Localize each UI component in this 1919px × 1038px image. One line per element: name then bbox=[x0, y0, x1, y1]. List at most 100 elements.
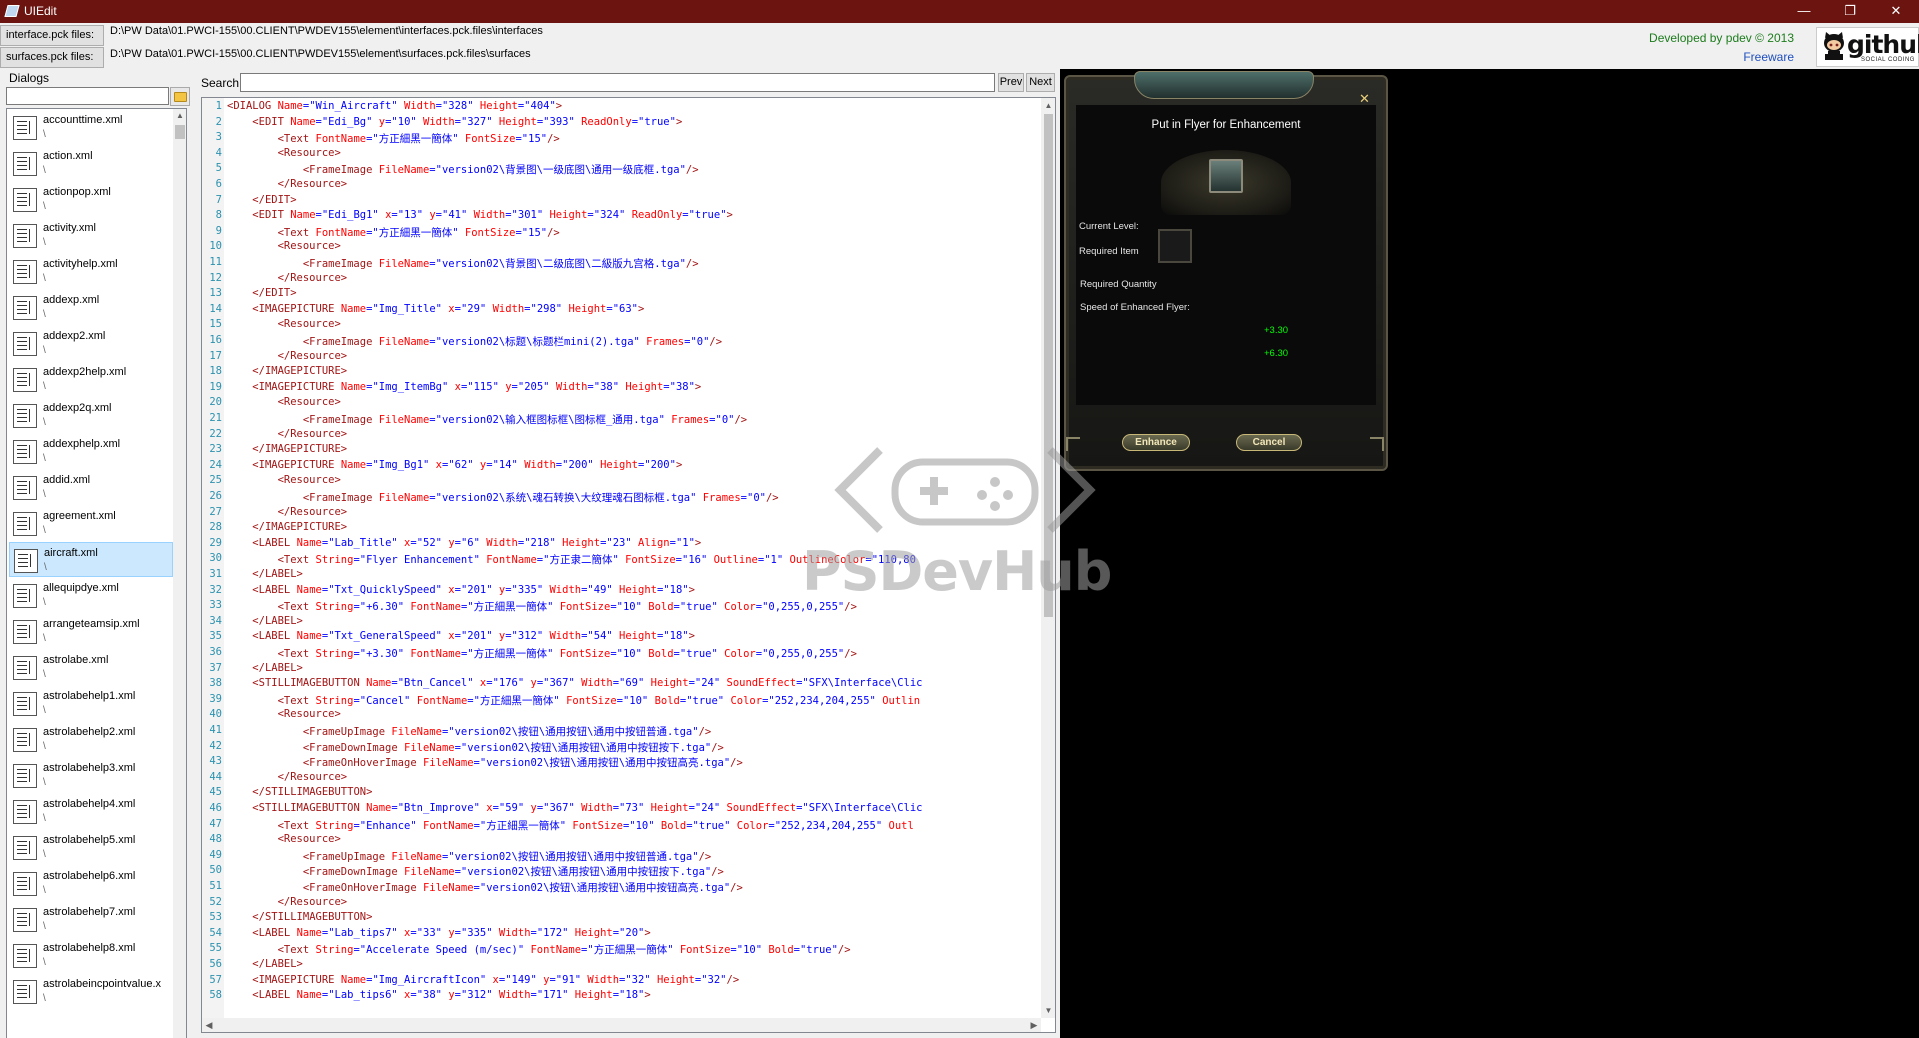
code-line[interactable]: </LABEL> bbox=[227, 568, 303, 580]
code-line[interactable]: <Text String="+3.30" FontName="方正細黑一簡体" … bbox=[227, 646, 857, 661]
file-list-vertical-scrollbar[interactable]: ▲ ▼ bbox=[173, 109, 186, 1038]
scroll-left-arrow-icon[interactable]: ◀ bbox=[202, 1018, 216, 1032]
code-line[interactable]: </Resource> bbox=[227, 771, 348, 783]
code-line[interactable]: <Resource> bbox=[227, 708, 341, 720]
code-line[interactable]: <FrameImage FileName="version02\背景图\二级底图… bbox=[227, 256, 699, 271]
code-line[interactable]: </STILLIMAGEBUTTON> bbox=[227, 786, 372, 798]
interfaces-browse-button[interactable]: interface.pck files: bbox=[0, 25, 104, 46]
code-line[interactable]: <FrameImage FileName="version02\系统\魂石转换\… bbox=[227, 490, 779, 505]
code-line[interactable]: <Resource> bbox=[227, 147, 341, 159]
list-item[interactable]: addexphelp.xml \ bbox=[9, 434, 173, 469]
scroll-thumb[interactable] bbox=[1044, 114, 1053, 617]
list-item[interactable]: agreement.xml \ bbox=[9, 506, 173, 541]
code-line[interactable]: </Resource> bbox=[227, 178, 348, 190]
code-line[interactable]: <FrameUpImage FileName="version02\按钮\通用按… bbox=[227, 724, 711, 739]
code-line[interactable]: <LABEL Name="Txt_GeneralSpeed" x="201" y… bbox=[227, 630, 695, 642]
code-line[interactable]: </EDIT> bbox=[227, 287, 296, 299]
list-item[interactable]: astrolabehelp7.xml \ bbox=[9, 902, 173, 937]
surfaces-browse-button[interactable]: surfaces.pck files: bbox=[0, 47, 104, 68]
list-item[interactable]: astrolabehelp2.xml \ bbox=[9, 722, 173, 757]
scroll-up-arrow-icon[interactable]: ▲ bbox=[173, 109, 186, 123]
code-line[interactable]: <Resource> bbox=[227, 240, 341, 252]
code-line[interactable]: <FrameOnHoverImage FileName="version02\按… bbox=[227, 755, 743, 770]
code-line[interactable]: </LABEL> bbox=[227, 958, 303, 970]
code-line[interactable]: <FrameImage FileName="version02\标题\标题栏mi… bbox=[227, 334, 722, 349]
code-line[interactable]: <STILLIMAGEBUTTON Name="Btn_Cancel" x="1… bbox=[227, 677, 922, 689]
code-line[interactable]: <Text String="Enhance" FontName="方正細黑一簡体… bbox=[227, 818, 914, 833]
list-item[interactable]: astrolabehelp4.xml \ bbox=[9, 794, 173, 829]
list-item[interactable]: astrolabehelp3.xml \ bbox=[9, 758, 173, 793]
code-line[interactable]: </STILLIMAGEBUTTON> bbox=[227, 911, 372, 923]
list-item[interactable]: actionpop.xml \ bbox=[9, 182, 173, 217]
code-line[interactable]: <FrameDownImage FileName="version02\按钮\通… bbox=[227, 740, 724, 755]
maximize-button[interactable]: ❐ bbox=[1827, 0, 1873, 23]
minimize-button[interactable]: — bbox=[1781, 0, 1827, 23]
editor-horizontal-scrollbar[interactable]: ◀ ▶ bbox=[202, 1018, 1041, 1032]
list-item[interactable]: arrangeteamsip.xml \ bbox=[9, 614, 173, 649]
list-item[interactable]: astrolabehelp6.xml \ bbox=[9, 866, 173, 901]
code-line[interactable]: <IMAGEPICTURE Name="Img_Title" x="29" Wi… bbox=[227, 303, 644, 315]
license-link[interactable]: Freeware bbox=[1649, 48, 1794, 67]
list-item[interactable]: aircraft.xml \ bbox=[9, 542, 173, 577]
code-line[interactable]: <LABEL Name="Txt_QuicklySpeed" x="201" y… bbox=[227, 584, 695, 596]
scroll-right-arrow-icon[interactable]: ▶ bbox=[1027, 1018, 1041, 1032]
code-line[interactable]: <Resource> bbox=[227, 474, 341, 486]
close-icon[interactable]: ✕ bbox=[1359, 91, 1370, 107]
code-line[interactable]: <DIALOG Name="Win_Aircraft" Width="328" … bbox=[227, 100, 562, 112]
code-line[interactable]: <Text String="Accelerate Speed (m/sec)" … bbox=[227, 942, 851, 957]
list-item[interactable]: action.xml \ bbox=[9, 146, 173, 181]
close-button[interactable]: ✕ bbox=[1873, 0, 1919, 23]
code-line[interactable]: <Text String="Cancel" FontName="方正細黑一簡体"… bbox=[227, 693, 921, 708]
search-input[interactable] bbox=[240, 73, 995, 92]
code-line[interactable]: <EDIT Name="Edi_Bg" y="10" Width="327" H… bbox=[227, 116, 682, 128]
code-line[interactable]: </IMAGEPICTURE> bbox=[227, 443, 347, 455]
code-line[interactable]: </Resource> bbox=[227, 350, 348, 362]
scroll-thumb[interactable] bbox=[175, 125, 185, 139]
code-line[interactable]: <IMAGEPICTURE Name="Img_ItemBg" x="115" … bbox=[227, 381, 701, 393]
list-item[interactable]: astrolabeincpointvalue.x \ bbox=[9, 974, 173, 1009]
list-item[interactable]: astrolabehelp5.xml \ bbox=[9, 830, 173, 865]
code-line[interactable]: <IMAGEPICTURE Name="Img_AircraftIcon" x=… bbox=[227, 974, 739, 986]
list-item[interactable]: accounttime.xml \ bbox=[9, 110, 173, 145]
code-line[interactable]: <FrameDownImage FileName="version02\按钮\通… bbox=[227, 864, 724, 879]
code-line[interactable]: <Text FontName="方正細黑一簡体" FontSize="15"/> bbox=[227, 225, 560, 240]
code-line[interactable]: <LABEL Name="Lab_tips7" x="33" y="335" W… bbox=[227, 927, 650, 939]
code-line[interactable]: <LABEL Name="Lab_tips6" x="38" y="312" W… bbox=[227, 989, 650, 1001]
required-item-slot[interactable] bbox=[1158, 229, 1192, 263]
code-line[interactable]: <FrameOnHoverImage FileName="version02\按… bbox=[227, 880, 743, 895]
code-line[interactable]: </IMAGEPICTURE> bbox=[227, 365, 347, 377]
code-line[interactable]: <FrameImage FileName="version02\背景图\一级底图… bbox=[227, 162, 699, 177]
cancel-button[interactable]: Cancel bbox=[1236, 434, 1302, 451]
list-item[interactable]: addexp2.xml \ bbox=[9, 326, 173, 361]
editor-vertical-scrollbar[interactable]: ▲ ▼ bbox=[1041, 98, 1055, 1018]
code-line[interactable]: </EDIT> bbox=[227, 194, 296, 206]
xml-code-editor[interactable]: 1 2 3 4 5 6 7 8 9 10 11 12 13 14 15 16 17 18 19 20 21 22 23 24 2… bbox=[201, 97, 1056, 1033]
code-line[interactable]: <Resource> bbox=[227, 318, 341, 330]
open-folder-button[interactable] bbox=[170, 87, 190, 106]
code-line[interactable]: <STILLIMAGEBUTTON Name="Btn_Improve" x="… bbox=[227, 802, 922, 814]
list-item[interactable]: astrolabehelp8.xml \ bbox=[9, 938, 173, 973]
next-button[interactable]: Next bbox=[1026, 73, 1055, 92]
code-line[interactable]: <FrameUpImage FileName="version02\按钮\通用按… bbox=[227, 849, 711, 864]
code-line[interactable]: <IMAGEPICTURE Name="Img_Bg1" x="62" y="1… bbox=[227, 459, 682, 471]
prev-button[interactable]: Prev bbox=[998, 73, 1024, 92]
scroll-down-arrow-icon[interactable]: ▼ bbox=[1041, 1003, 1055, 1018]
enhance-button[interactable]: Enhance bbox=[1122, 434, 1190, 451]
github-logo[interactable]: github SOCIAL CODING bbox=[1816, 27, 1919, 67]
code-line[interactable]: <Text FontName="方正細黑一簡体" FontSize="15"/> bbox=[227, 131, 560, 146]
code-line[interactable]: </IMAGEPICTURE> bbox=[227, 521, 347, 533]
code-line[interactable]: <Resource> bbox=[227, 833, 341, 845]
code-line[interactable]: </Resource> bbox=[227, 506, 348, 518]
list-item[interactable]: activityhelp.xml \ bbox=[9, 254, 173, 289]
code-line[interactable]: </Resource> bbox=[227, 428, 348, 440]
list-item[interactable]: activity.xml \ bbox=[9, 218, 173, 253]
list-item[interactable]: addexp.xml \ bbox=[9, 290, 173, 325]
list-item[interactable]: addexp2q.xml \ bbox=[9, 398, 173, 433]
flyer-item-slot[interactable] bbox=[1209, 159, 1243, 193]
list-item[interactable]: astrolabe.xml \ bbox=[9, 650, 173, 685]
code-line[interactable]: <EDIT Name="Edi_Bg1" x="13" y="41" Width… bbox=[227, 209, 733, 221]
list-item[interactable]: addexp2help.xml \ bbox=[9, 362, 173, 397]
code-line[interactable]: <Text String="+6.30" FontName="方正細黑一簡体" … bbox=[227, 599, 857, 614]
list-item[interactable]: allequipdye.xml \ bbox=[9, 578, 173, 613]
code-line[interactable]: </LABEL> bbox=[227, 615, 303, 627]
